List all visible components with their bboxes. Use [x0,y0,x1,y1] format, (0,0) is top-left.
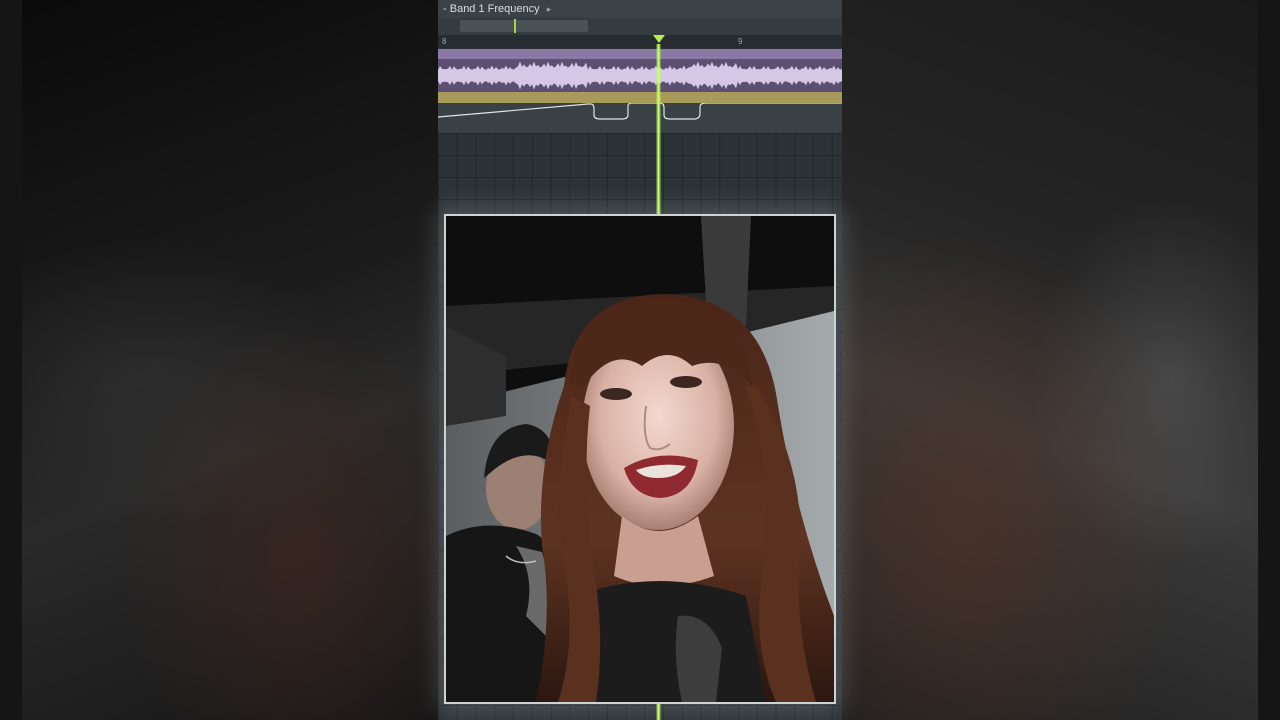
automation-title: Band 1 Frequency [449,3,540,15]
webcam-video-overlay [444,214,836,704]
letterbox-right [1258,0,1280,720]
ruler-mark-9: 9 [738,37,743,46]
letterbox-left [0,0,22,720]
timeline-ruler[interactable]: 8 9 [438,35,842,48]
blurred-background-right [842,0,1280,720]
title-prefix: - [443,3,447,15]
playhead-marker-icon[interactable] [653,35,665,43]
automation-clip-header[interactable] [438,92,842,103]
automation-title-bar[interactable]: - Band 1 Frequency ▸ [438,0,842,18]
audio-waveform-clip[interactable] [438,59,842,92]
automation-curve [438,102,842,120]
scrollbar-thumb[interactable] [460,20,588,32]
audio-clip-header[interactable] [438,49,842,59]
automation-clip[interactable] [438,102,842,133]
horizontal-scrollbar[interactable] [438,18,842,35]
chevron-right-icon[interactable]: ▸ [547,4,552,14]
blurred-background-left [0,0,438,720]
video-frame-image [446,216,834,702]
waveform-graphic [438,61,842,90]
ruler-mark-8: 8 [442,37,447,46]
song-position-marker [514,19,516,33]
